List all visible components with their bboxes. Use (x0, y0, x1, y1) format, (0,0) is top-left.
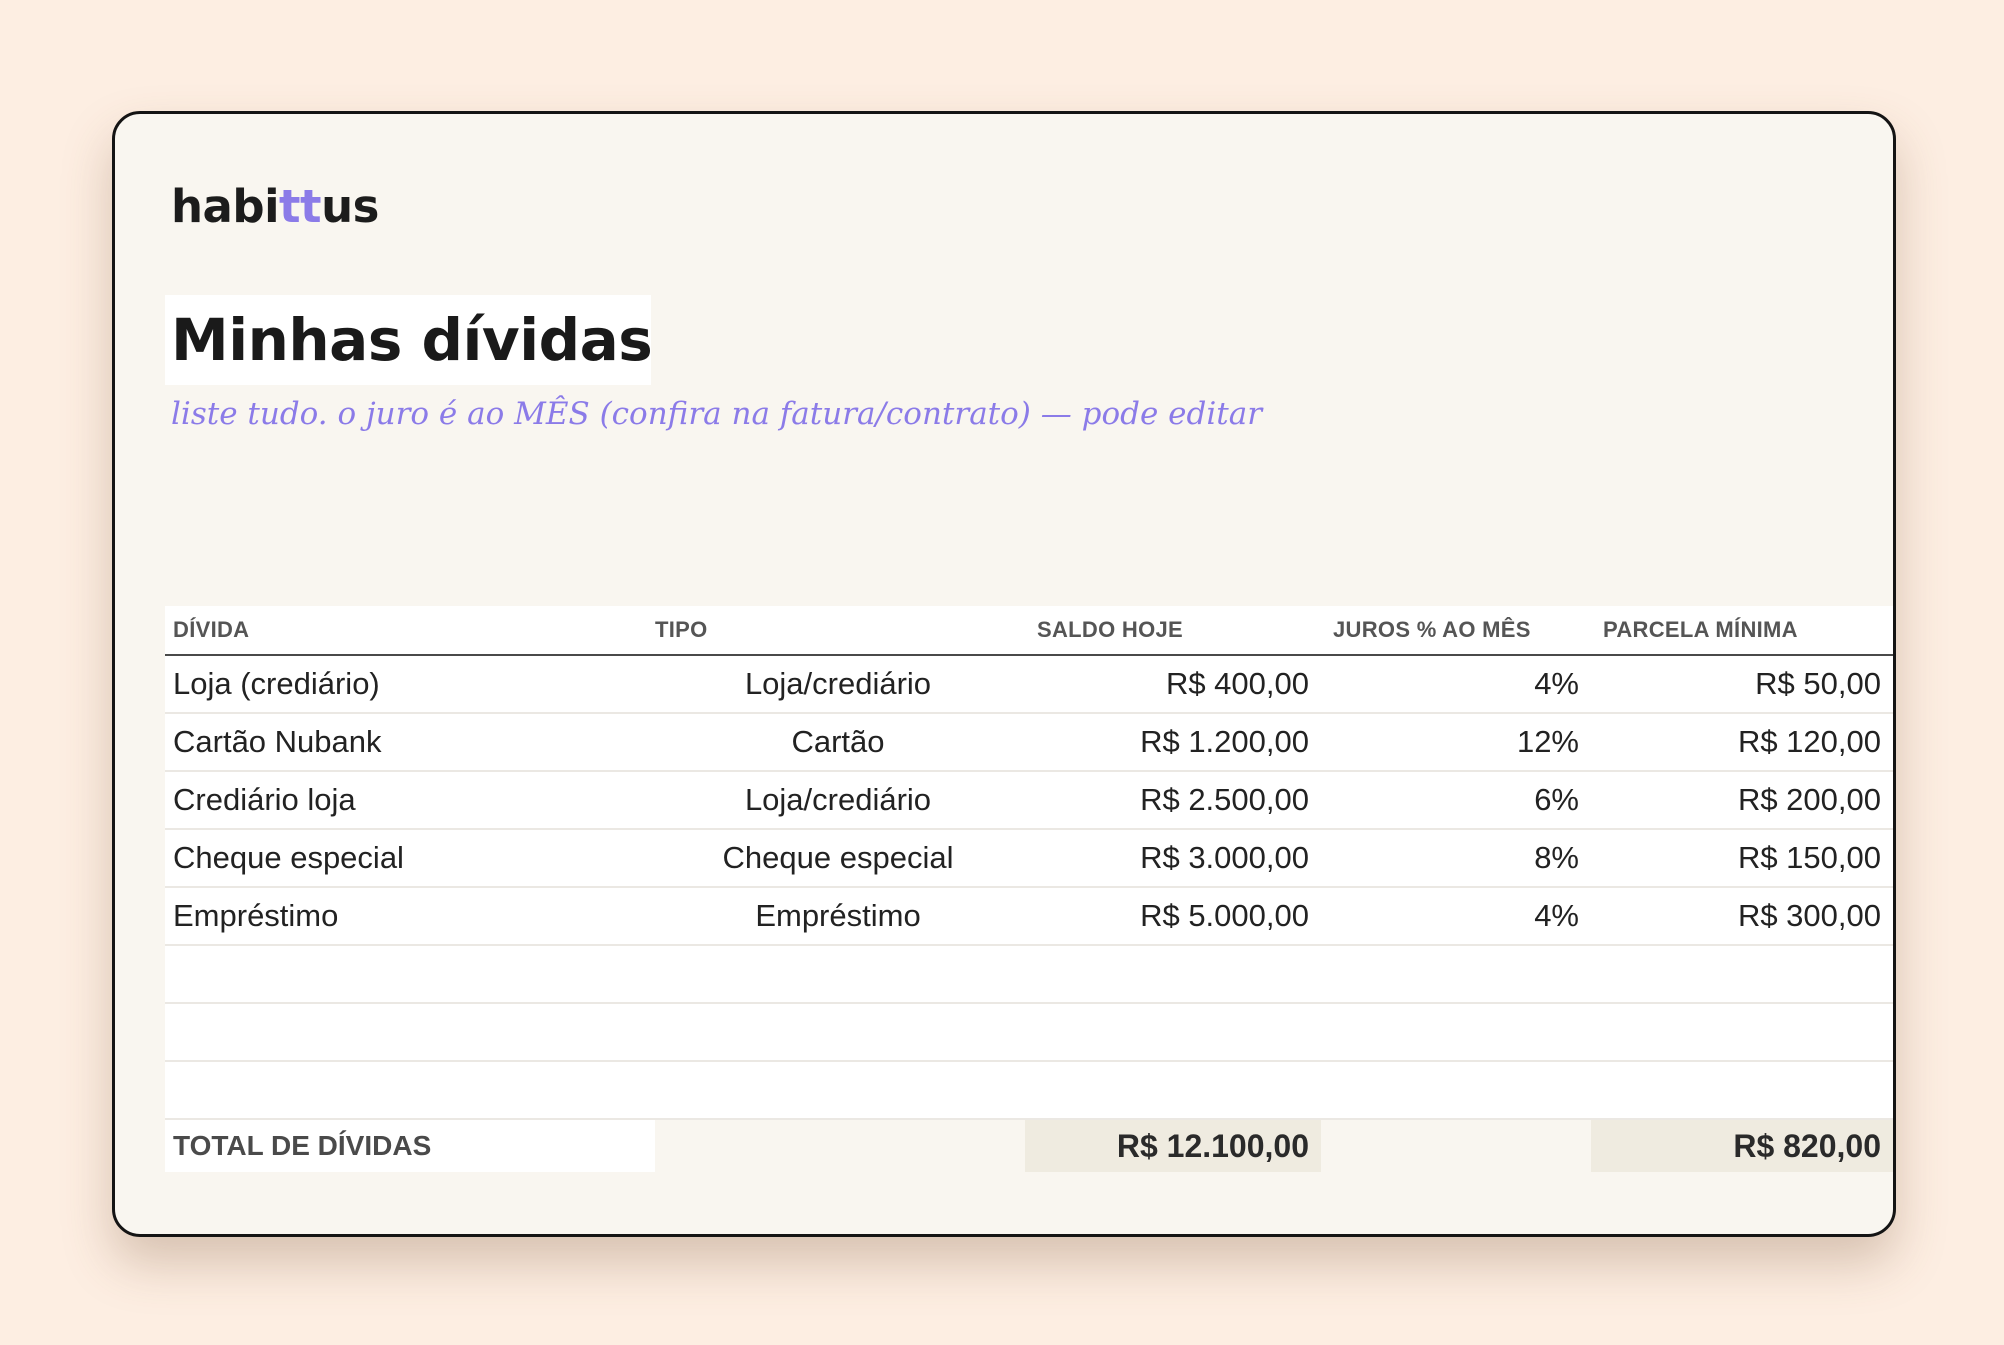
total-spacer (1321, 1120, 1591, 1172)
debts-table: DÍVIDA TIPO SALDO HOJE JUROS % AO MÊS PA… (165, 606, 1893, 1172)
cell-saldo[interactable]: R$ 5.000,00 (1025, 898, 1321, 934)
table-header-row: DÍVIDA TIPO SALDO HOJE JUROS % AO MÊS PA… (165, 606, 1893, 656)
total-spacer (655, 1120, 1025, 1172)
cell-saldo[interactable]: R$ 400,00 (1025, 666, 1321, 702)
total-parcela[interactable]: R$ 820,00 (1591, 1120, 1893, 1172)
cell-parcela[interactable]: R$ 200,00 (1591, 782, 1893, 818)
cell-parcela[interactable]: R$ 50,00 (1591, 666, 1893, 702)
cell-tipo[interactable]: Cartão (655, 724, 1025, 760)
cell-tipo[interactable]: Loja/crediário (655, 782, 1025, 818)
header-parcela: PARCELA MÍNIMA (1603, 617, 1798, 642)
empty-table-row (165, 1004, 1893, 1062)
cell-parcela[interactable]: R$ 300,00 (1591, 898, 1893, 934)
header-tipo: TIPO (655, 617, 708, 642)
cell-juros[interactable]: 4% (1321, 666, 1591, 702)
cell-parcela[interactable]: R$ 120,00 (1591, 724, 1893, 760)
cell-tipo[interactable]: Cheque especial (655, 840, 1025, 876)
page-subtitle: liste tudo. o juro é ao MÊS (confira na … (171, 396, 1263, 432)
cell-juros[interactable]: 8% (1321, 840, 1591, 876)
cell-saldo[interactable]: R$ 1.200,00 (1025, 724, 1321, 760)
cell-tipo[interactable]: Empréstimo (655, 898, 1025, 934)
cell-juros[interactable]: 12% (1321, 724, 1591, 760)
cell-divida[interactable]: Cheque especial (165, 840, 655, 876)
table-row: Crediário loja Loja/crediário R$ 2.500,0… (165, 772, 1893, 830)
total-row: TOTAL DE DÍVIDAS R$ 12.100,00 R$ 820,00 (165, 1120, 1893, 1172)
cell-juros[interactable]: 6% (1321, 782, 1591, 818)
cell-parcela[interactable]: R$ 150,00 (1591, 840, 1893, 876)
table-row: Cartão Nubank Cartão R$ 1.200,00 12% R$ … (165, 714, 1893, 772)
table-row: Cheque especial Cheque especial R$ 3.000… (165, 830, 1893, 888)
header-divida: DÍVIDA (173, 617, 250, 642)
total-saldo[interactable]: R$ 12.100,00 (1025, 1120, 1321, 1172)
header-saldo: SALDO HOJE (1037, 617, 1184, 642)
logo-text-end: us (321, 180, 379, 233)
brand-logo: habittus (171, 180, 379, 233)
sheet-card: habittus Minhas dívidas liste tudo. o ju… (112, 111, 1896, 1237)
cell-saldo[interactable]: R$ 2.500,00 (1025, 782, 1321, 818)
cell-divida[interactable]: Loja (crediário) (165, 666, 655, 702)
logo-text-main: habi (171, 180, 280, 233)
logo-text-accent: tt (279, 180, 322, 233)
page-title: Minhas dívidas (171, 306, 653, 374)
cell-juros[interactable]: 4% (1321, 898, 1591, 934)
cell-divida[interactable]: Cartão Nubank (165, 724, 655, 760)
table-row: Loja (crediário) Loja/crediário R$ 400,0… (165, 656, 1893, 714)
cell-divida[interactable]: Crediário loja (165, 782, 655, 818)
cell-saldo[interactable]: R$ 3.000,00 (1025, 840, 1321, 876)
empty-table-row (165, 946, 1893, 1004)
cell-divida[interactable]: Empréstimo (165, 898, 655, 934)
empty-table-row (165, 1062, 1893, 1120)
table-row: Empréstimo Empréstimo R$ 5.000,00 4% R$ … (165, 888, 1893, 946)
cell-tipo[interactable]: Loja/crediário (655, 666, 1025, 702)
total-label: TOTAL DE DÍVIDAS (165, 1120, 655, 1172)
header-juros: JUROS % AO MÊS (1333, 617, 1531, 642)
